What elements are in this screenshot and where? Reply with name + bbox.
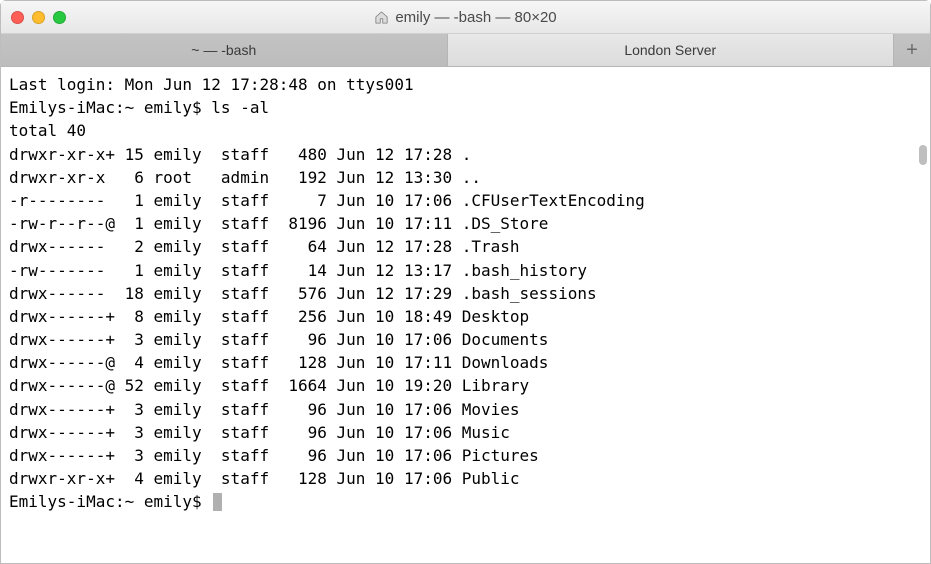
plus-icon: + bbox=[906, 39, 918, 62]
terminal-line: total 40 bbox=[9, 119, 922, 142]
tabbar: ~ — -bash London Server + bbox=[1, 34, 930, 67]
window-title: emily — -bash — 80×20 bbox=[395, 9, 556, 26]
terminal-line: -rw------- 1 emily staff 14 Jun 12 13:17… bbox=[9, 259, 922, 282]
terminal-line: drwx------+ 3 emily staff 96 Jun 10 17:0… bbox=[9, 398, 922, 421]
titlebar: emily — -bash — 80×20 bbox=[1, 1, 930, 34]
minimize-icon[interactable] bbox=[32, 11, 45, 24]
terminal-line: drwx------ 2 emily staff 64 Jun 12 17:28… bbox=[9, 235, 922, 258]
tab-label: ~ — -bash bbox=[191, 42, 256, 58]
close-icon[interactable] bbox=[11, 11, 24, 24]
home-icon bbox=[374, 10, 389, 25]
terminal-line: drwx------+ 3 emily staff 96 Jun 10 17:0… bbox=[9, 421, 922, 444]
terminal-line: drwxr-xr-x+ 15 emily staff 480 Jun 12 17… bbox=[9, 143, 922, 166]
terminal-line: drwxr-xr-x+ 4 emily staff 128 Jun 10 17:… bbox=[9, 467, 922, 490]
title-wrap: emily — -bash — 80×20 bbox=[1, 9, 930, 26]
terminal-line: drwx------+ 3 emily staff 96 Jun 10 17:0… bbox=[9, 444, 922, 467]
fullscreen-icon[interactable] bbox=[53, 11, 66, 24]
terminal-line: drwx------@ 4 emily staff 128 Jun 10 17:… bbox=[9, 351, 922, 374]
terminal-line: Last login: Mon Jun 12 17:28:48 on ttys0… bbox=[9, 73, 922, 96]
terminal-area[interactable]: Last login: Mon Jun 12 17:28:48 on ttys0… bbox=[1, 67, 930, 563]
tab-label: London Server bbox=[624, 42, 716, 58]
terminal-prompt: Emilys-iMac:~ emily$ bbox=[9, 490, 922, 513]
terminal-line: drwx------@ 52 emily staff 1664 Jun 10 1… bbox=[9, 374, 922, 397]
terminal-line: drwxr-xr-x 6 root admin 192 Jun 12 13:30… bbox=[9, 166, 922, 189]
terminal-line: drwx------+ 3 emily staff 96 Jun 10 17:0… bbox=[9, 328, 922, 351]
tab-bash[interactable]: ~ — -bash bbox=[1, 34, 448, 66]
window-controls bbox=[11, 11, 66, 24]
tab-add-button[interactable]: + bbox=[894, 34, 930, 66]
terminal-line: -r-------- 1 emily staff 7 Jun 10 17:06 … bbox=[9, 189, 922, 212]
tab-london-server[interactable]: London Server bbox=[448, 34, 895, 66]
terminal-line: -rw-r--r--@ 1 emily staff 8196 Jun 10 17… bbox=[9, 212, 922, 235]
terminal-line: Emilys-iMac:~ emily$ ls -al bbox=[9, 96, 922, 119]
cursor-icon bbox=[213, 493, 222, 511]
prompt-text: Emilys-iMac:~ emily$ bbox=[9, 492, 211, 511]
terminal-line: drwx------ 18 emily staff 576 Jun 12 17:… bbox=[9, 282, 922, 305]
terminal-line: drwx------+ 8 emily staff 256 Jun 10 18:… bbox=[9, 305, 922, 328]
scrollbar-thumb[interactable] bbox=[919, 145, 927, 165]
